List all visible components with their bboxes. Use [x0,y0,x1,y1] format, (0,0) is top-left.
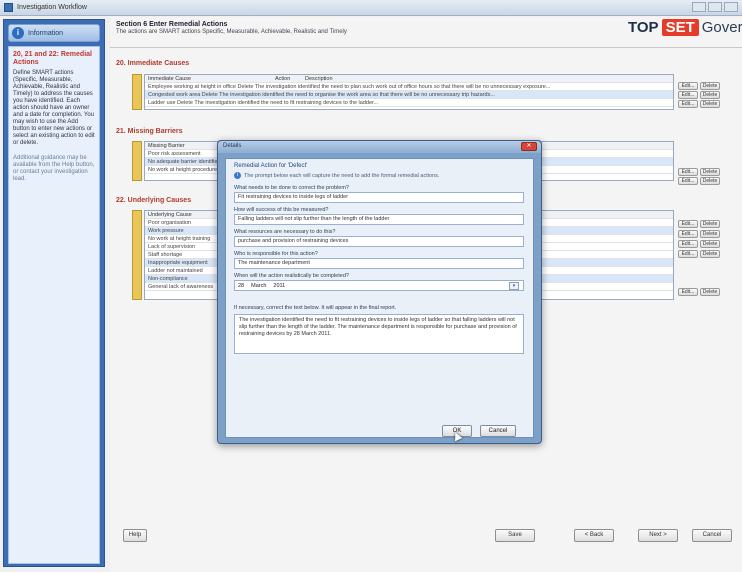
dialog-title: Remedial Action for 'Defect' [234,163,308,169]
window-titlebar: Investigation Workflow [0,0,742,16]
edit-button[interactable]: Edit... [678,230,698,238]
dialog-window-title: Details [223,143,242,149]
header-divider [110,47,742,48]
delete-button[interactable]: Delete [700,220,720,228]
edit-button[interactable]: Edit... [678,250,698,258]
table-row[interactable]: Ladder use Delete The investigation iden… [145,99,673,107]
info-header[interactable]: i Information [8,24,100,42]
logo-set: SET [661,19,699,36]
question-when: When will the action realistically be co… [234,273,349,279]
close-icon[interactable]: ✕ [521,142,537,151]
dialog-note-text: The prompt below each will capture the n… [244,172,440,179]
section-header: Section 6 Enter Remedial Actions The act… [116,21,347,35]
topset-logo: TOP SET Governor [628,19,742,36]
edit-button[interactable]: Edit... [678,91,698,99]
date-month: March [251,282,267,289]
column-header: Immediate Cause [148,76,192,82]
calendar-icon[interactable]: ▾ [509,282,519,290]
edit-button[interactable]: Edit... [678,168,698,176]
logo-governor: Governor [701,19,742,36]
info-body: 20, 21 and 22: Remedial Actions Define S… [8,46,100,564]
underlying-causes-tag [132,210,142,300]
delete-button[interactable]: Delete [700,168,720,176]
dialog-footer: OK Cancel [218,421,541,443]
remedial-action-dialog: Details ✕ Remedial Action for 'Defect' i… [217,140,542,444]
app-icon [4,3,13,12]
date-day: 28 [238,282,245,289]
information-icon: i [12,27,24,39]
table-row[interactable]: Employee working at height in office Del… [145,83,673,91]
edit-button[interactable]: Edit... [678,177,698,185]
date-year: 2011 [273,282,286,289]
delete-button[interactable]: Delete [700,82,720,90]
delete-button[interactable]: Delete [700,288,720,296]
help-button[interactable]: Help [123,529,147,542]
dialog-cancel-button[interactable]: Cancel [480,425,516,437]
edit-button[interactable]: Edit... [678,100,698,108]
question-measure: How will success of this be measured? [234,207,329,213]
immediate-row-buttons: Edit... Delete Edit... Delete Edit... Delet… [678,82,720,108]
edit-button[interactable]: Edit... [678,288,698,296]
back-button[interactable]: < Back [574,529,614,542]
underlying-causes-title: 22. Underlying Causes [116,197,192,204]
logo-top: TOP [628,19,659,36]
minimize-button[interactable] [692,2,706,12]
window-title: Investigation Workflow [17,4,87,11]
delete-button[interactable]: Delete [700,240,720,248]
report-summary-field[interactable]: The investigation identified the need to… [234,314,524,354]
immediate-causes-title: 20. Immediate Causes [116,60,190,67]
cancel-button[interactable]: Cancel [692,529,732,542]
info-subtext: Additional guidance may be available fro… [13,155,95,182]
question-resources: What resources are necessary to do this? [234,229,336,235]
delete-button[interactable]: Delete [700,230,720,238]
info-panel: i Information 20, 21 and 22: Remedial Ac… [3,19,105,567]
info-title: 20, 21 and 22: Remedial Actions [13,51,92,66]
missing-row-buttons: Edit... Delete Edit... Delete [678,168,720,185]
measure-field[interactable]: Falling ladders will not slip further th… [234,214,524,225]
missing-barriers-title: 21. Missing Barriers [116,128,183,135]
dialog-note: i The prompt below each will capture the… [234,172,525,179]
column-header: Description [305,76,333,82]
column-header: Action [275,76,291,82]
edit-button[interactable]: Edit... [678,82,698,90]
window-controls [692,2,738,12]
info-header-label: Information [28,29,64,37]
missing-barriers-tag [132,141,142,181]
what-field[interactable]: Fit restraining devices to inside legs o… [234,192,524,203]
dialog-body: Remedial Action for 'Defect' i The promp… [225,158,534,438]
resources-field[interactable]: purchase and provision of restraining de… [234,236,524,247]
table-row[interactable]: Congested work area Delete The investiga… [145,91,673,99]
section-title: Section 6 Enter Remedial Actions [116,21,228,28]
info-text: Define SMART actions (Specific, Measurab… [13,70,95,146]
maximize-button[interactable] [708,2,722,12]
dialog-titlebar: Details ✕ [218,141,541,153]
section-subtitle: The actions are SMART actions Specific, … [116,29,347,35]
close-window-button[interactable] [724,2,738,12]
question-what: What needs to be done to correct the pro… [234,185,349,191]
responsible-field[interactable]: The maintenance department [234,258,524,269]
delete-button[interactable]: Delete [700,250,720,258]
delete-button[interactable]: Delete [700,91,720,99]
question-report: If necessary, correct the text below. It… [234,305,397,311]
delete-button[interactable]: Delete [700,177,720,185]
edit-button[interactable]: Edit... [678,220,698,228]
save-button[interactable]: Save [495,529,535,542]
table-header: Immediate Cause Action Description [145,75,673,83]
next-button[interactable]: Next > [638,529,678,542]
immediate-causes-table: Immediate Cause Action Description Emplo… [144,74,674,110]
edit-button[interactable]: Edit... [678,240,698,248]
underlying-row-buttons: Edit... Delete Edit... Delete Edit... Delet… [678,220,720,296]
completion-date-picker[interactable]: 28 March 2011 ▾ [234,280,524,291]
immediate-causes-tag [132,74,142,110]
info-icon: i [234,172,241,179]
delete-button[interactable]: Delete [700,100,720,108]
question-responsible: Who is responsible for this action? [234,251,318,257]
